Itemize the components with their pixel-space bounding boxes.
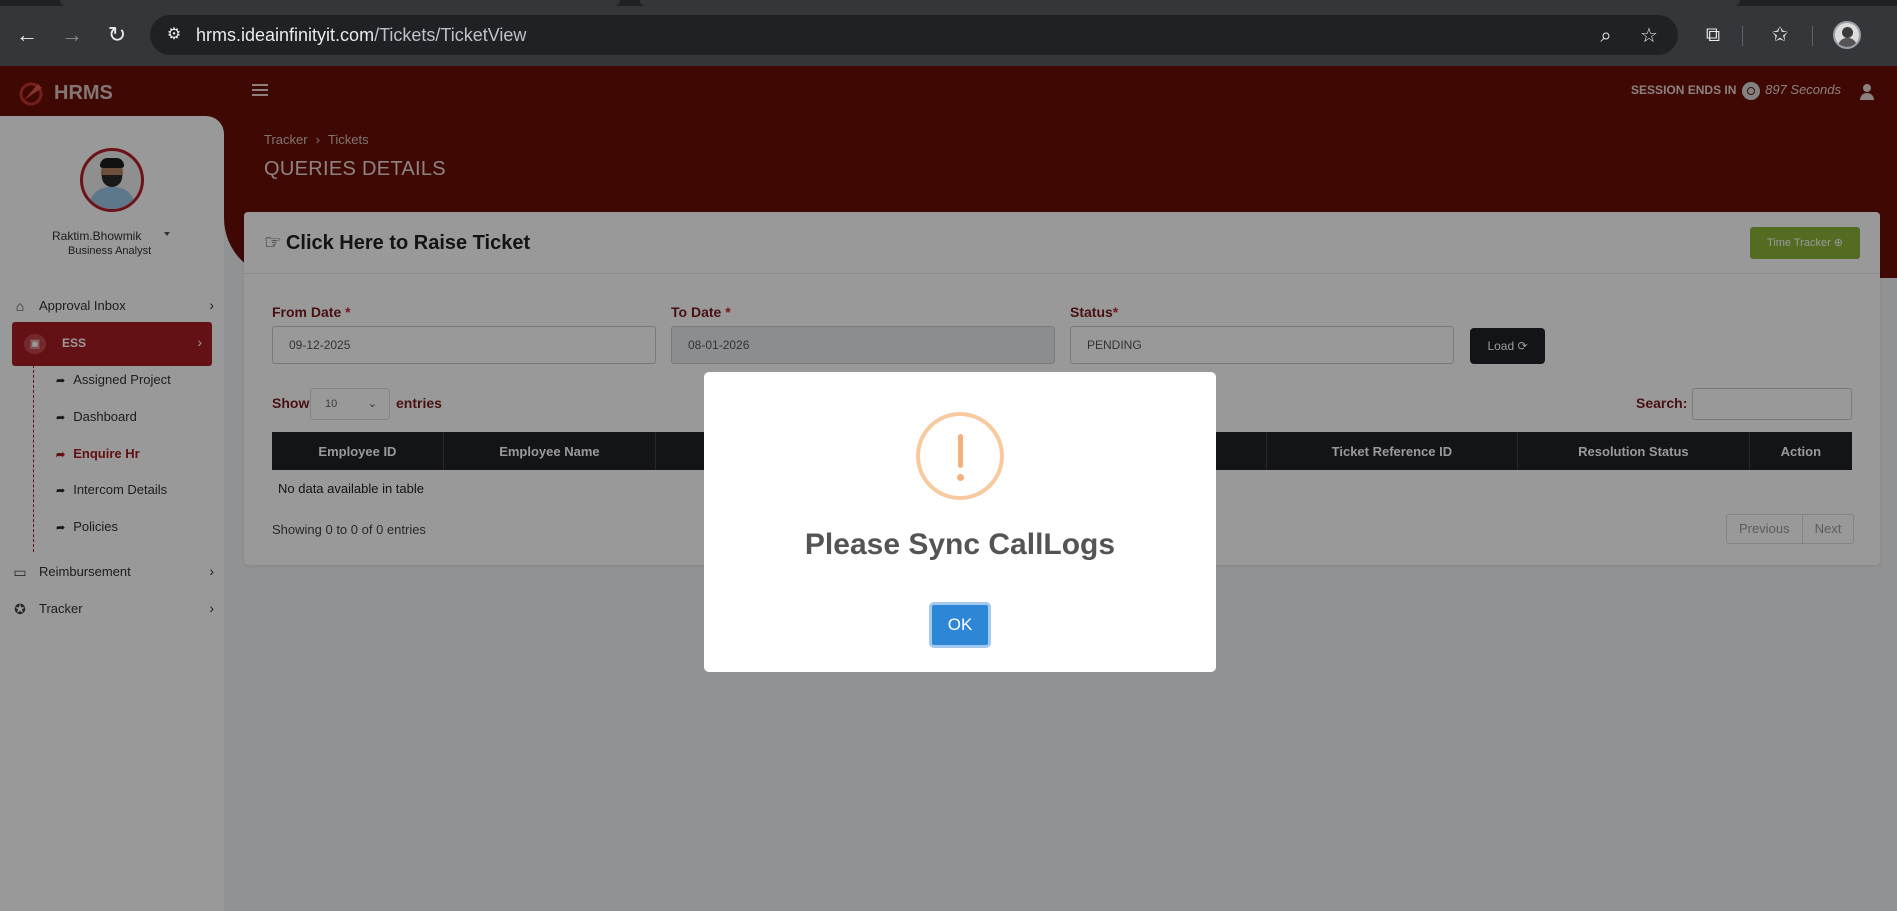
reload-icon[interactable]: ↻ <box>102 20 132 50</box>
browser-tab[interactable] <box>60 0 620 6</box>
ok-button[interactable]: OK <box>929 602 991 648</box>
forward-icon[interactable]: → <box>57 20 87 50</box>
site-info-icon[interactable]: ⚙ <box>164 25 184 45</box>
address-bar[interactable]: ⚙ hrms.ideainfinityit.com/Tickets/Ticket… <box>150 15 1678 55</box>
browser-tab-active[interactable] <box>640 0 1740 6</box>
browser-toolbar: ← → ↻ ⚙ hrms.ideainfinityit.com/Tickets/… <box>0 0 1897 66</box>
warning-icon <box>916 412 1004 500</box>
zoom-icon[interactable]: ⌕ <box>1593 23 1619 49</box>
url-text[interactable]: hrms.ideainfinityit.com/Tickets/TicketVi… <box>196 25 526 46</box>
dialog-title: Please Sync CallLogs <box>804 528 1116 561</box>
extensions-icon[interactable]: ⧉ <box>1698 20 1728 50</box>
toolbar-divider <box>1812 26 1813 46</box>
profile-avatar[interactable] <box>1833 21 1861 49</box>
tab-strip <box>0 0 1897 6</box>
toolbar-divider <box>1742 26 1743 46</box>
favorites-icon[interactable]: ✩ <box>1765 20 1795 50</box>
alert-dialog: Please Sync CallLogs OK <box>704 372 1216 672</box>
bookmark-star-icon[interactable]: ☆ <box>1636 23 1662 49</box>
back-icon[interactable]: ← <box>12 20 42 50</box>
